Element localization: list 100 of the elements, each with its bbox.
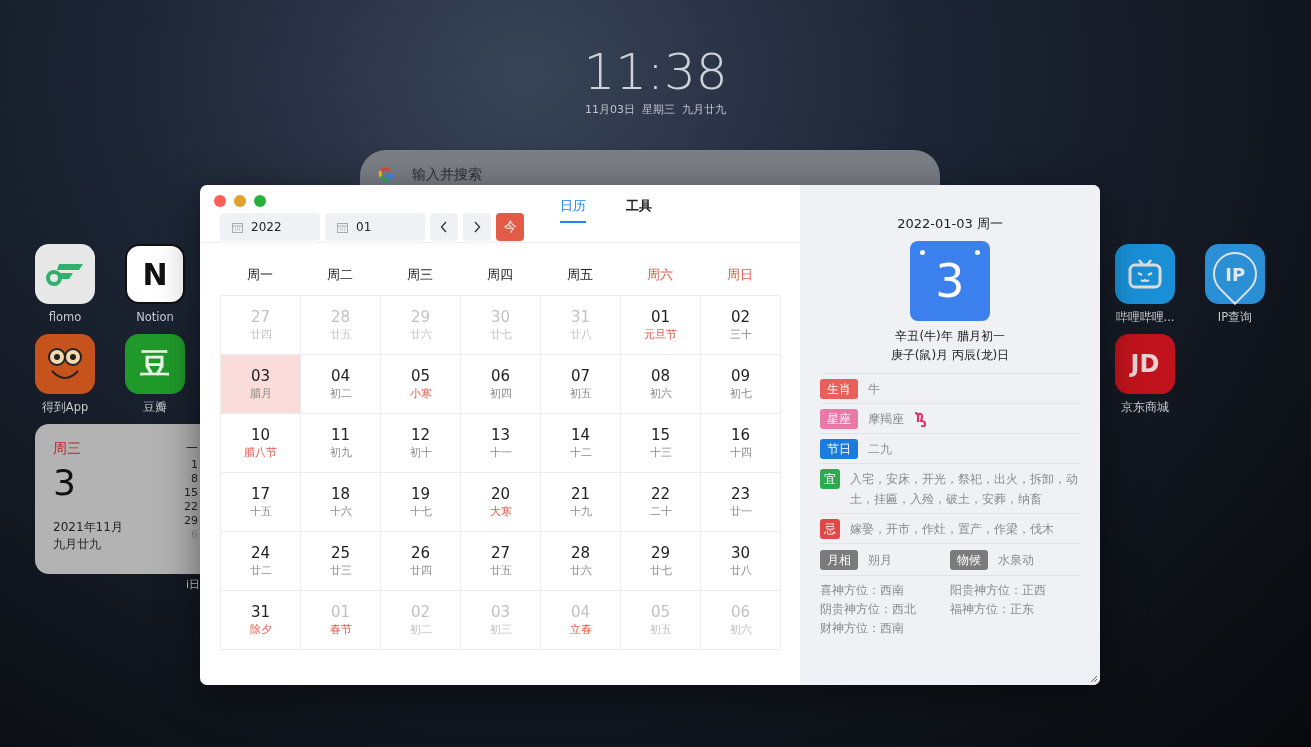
day-number: 10 bbox=[250, 426, 271, 445]
tab[interactable]: 工具 bbox=[626, 197, 652, 223]
year-select[interactable]: 2022 bbox=[220, 213, 320, 241]
weekday-label: 周一 bbox=[246, 266, 274, 284]
day-cell[interactable]: 15 十三 bbox=[621, 414, 701, 473]
app-icon[interactable]: JD bbox=[1115, 334, 1175, 394]
lunar-date: 腊月 bbox=[249, 386, 272, 401]
day-cell[interactable]: 14 十二 bbox=[541, 414, 621, 473]
clock-date: 11月03日 星期三 九月廿九 bbox=[584, 102, 727, 117]
day-cell[interactable]: 19 十七 bbox=[381, 473, 461, 532]
lunar-date: 初五 bbox=[569, 386, 592, 401]
tv-icon bbox=[1127, 258, 1163, 290]
day-cell[interactable]: 02 三十 bbox=[701, 296, 781, 355]
app-label: 豆瓣 bbox=[143, 400, 167, 415]
close-button[interactable] bbox=[214, 195, 226, 207]
day-cell[interactable]: 20 大寒 bbox=[461, 473, 541, 532]
app-icon[interactable] bbox=[35, 334, 95, 394]
day-cell[interactable]: 09 初七 bbox=[701, 355, 781, 414]
day-number: 02 bbox=[730, 308, 751, 327]
day-cell[interactable]: 27 廿五 bbox=[461, 532, 541, 591]
direction-text: 阴贵神方位：西北 bbox=[820, 601, 917, 618]
day-cell[interactable]: 30 廿八 bbox=[701, 532, 781, 591]
day-number: 29 bbox=[650, 544, 671, 563]
fact-value: 二九 bbox=[868, 441, 892, 458]
day-cell[interactable]: 24 廿二 bbox=[221, 532, 301, 591]
fact-tag: 宜 bbox=[820, 469, 840, 489]
lunar-date: 初十 bbox=[409, 445, 432, 460]
chevron-right-icon bbox=[473, 221, 481, 233]
day-number: 05 bbox=[410, 367, 431, 386]
maximize-button[interactable] bbox=[254, 195, 266, 207]
day-number: 27 bbox=[250, 308, 271, 327]
previous-button[interactable] bbox=[430, 213, 458, 241]
app-label: Notion bbox=[136, 310, 174, 324]
mini-date: 15 bbox=[184, 486, 198, 499]
day-cell[interactable]: 01 春节 bbox=[301, 591, 381, 650]
day-cell[interactable]: 22 二十 bbox=[621, 473, 701, 532]
day-number: 17 bbox=[250, 485, 271, 504]
day-number: 28 bbox=[330, 308, 351, 327]
minimize-button[interactable] bbox=[234, 195, 246, 207]
app-icon[interactable] bbox=[1115, 244, 1175, 304]
day-number: 05 bbox=[650, 603, 671, 622]
day-number: 04 bbox=[330, 367, 351, 386]
day-number: 24 bbox=[250, 544, 271, 563]
day-cell[interactable]: 17 十五 bbox=[221, 473, 301, 532]
day-cell[interactable]: 29 廿七 bbox=[621, 532, 701, 591]
day-cell[interactable]: 06 初四 bbox=[461, 355, 541, 414]
day-cell[interactable]: 26 廿四 bbox=[381, 532, 461, 591]
detail-date: 2022-01-03 周一 bbox=[897, 215, 1003, 233]
next-button[interactable] bbox=[463, 213, 491, 241]
app-label: flomo bbox=[48, 310, 82, 324]
lunar-date: 元旦节 bbox=[644, 327, 677, 342]
day-cell[interactable]: 28 廿六 bbox=[541, 532, 621, 591]
day-cell[interactable]: 08 初六 bbox=[621, 355, 701, 414]
lunar-date: 除夕 bbox=[249, 622, 272, 637]
lunar-date: 初七 bbox=[729, 386, 752, 401]
lunar-date: 初二 bbox=[329, 386, 352, 401]
lunar-date: 廿八 bbox=[729, 563, 752, 578]
day-cell[interactable]: 31 除夕 bbox=[221, 591, 301, 650]
weekday-label: 周日 bbox=[726, 266, 754, 284]
day-cell[interactable]: 10 腊八节 bbox=[221, 414, 301, 473]
app-icon[interactable] bbox=[35, 244, 95, 304]
lunar-date: 十七 bbox=[409, 504, 432, 519]
lunar-date: 初九 bbox=[329, 445, 352, 460]
day-cell[interactable]: 03 腊月 bbox=[221, 355, 301, 414]
day-cell[interactable]: 25 廿三 bbox=[301, 532, 381, 591]
day-cell[interactable]: 12 初十 bbox=[381, 414, 461, 473]
day-number: 14 bbox=[570, 426, 591, 445]
day-cell[interactable]: 05 小寒 bbox=[381, 355, 461, 414]
chevron-left-icon bbox=[440, 221, 448, 233]
day-number: 25 bbox=[330, 544, 351, 563]
today-button[interactable]: 今 bbox=[496, 213, 524, 241]
lunar-date: 十九 bbox=[569, 504, 592, 519]
day-cell[interactable]: 07 初五 bbox=[541, 355, 621, 414]
lunar-date: 十六 bbox=[329, 504, 352, 519]
fact-tag: 节日 bbox=[820, 439, 858, 459]
day-number: 22 bbox=[650, 485, 671, 504]
weekday-label: 周三 bbox=[406, 266, 434, 284]
day-cell[interactable]: 16 十四 bbox=[701, 414, 781, 473]
app-icon[interactable]: N bbox=[125, 244, 185, 304]
weekday-label: 周五 bbox=[566, 266, 594, 284]
widget-month: 2021年11月 bbox=[53, 519, 123, 536]
day-cell[interactable]: 18 十六 bbox=[301, 473, 381, 532]
mini-date: 29 bbox=[184, 514, 198, 527]
ganzhi-line: 辛丑(牛)年 腊月初一 bbox=[895, 328, 1005, 345]
day-number: 09 bbox=[730, 367, 751, 386]
day-cell[interactable]: 13 十一 bbox=[461, 414, 541, 473]
day-number: 30 bbox=[730, 544, 751, 563]
day-number: 31 bbox=[250, 603, 271, 622]
day-number: 12 bbox=[410, 426, 431, 445]
day-cell[interactable]: 23 廿一 bbox=[701, 473, 781, 532]
day-cell[interactable]: 04 初二 bbox=[301, 355, 381, 414]
month-select[interactable]: 01 bbox=[325, 213, 425, 241]
day-cell[interactable]: 04 立春 bbox=[541, 591, 621, 650]
tab[interactable]: 日历 bbox=[560, 197, 586, 223]
day-cell[interactable]: 01 元旦节 bbox=[621, 296, 701, 355]
lunar-date: 初四 bbox=[489, 386, 512, 401]
day-number: 11 bbox=[330, 426, 351, 445]
day-cell[interactable]: 11 初九 bbox=[301, 414, 381, 473]
day-cell[interactable]: 21 十九 bbox=[541, 473, 621, 532]
widget-lunar: 九月廿九 bbox=[53, 536, 102, 553]
